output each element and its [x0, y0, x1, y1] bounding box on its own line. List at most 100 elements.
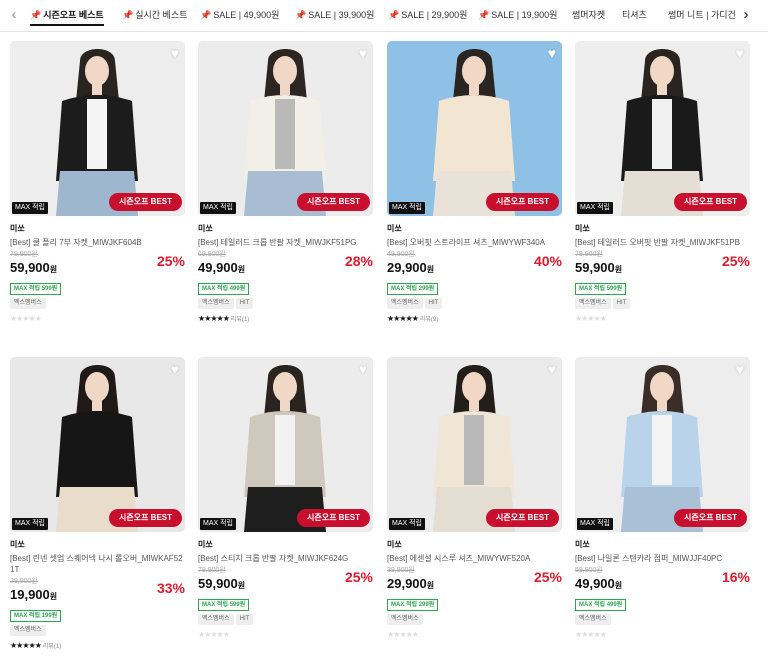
review-count[interactable]: 리뷰(1) — [231, 317, 249, 323]
review-count[interactable]: 리뷰(9) — [420, 317, 438, 323]
product-card[interactable]: ♥ MAX 적립 시즌오프 BEST 미쏘 [Best] 스티치 크롭 반팔 자… — [198, 357, 373, 640]
product-card[interactable]: ♥ MAX 적립 시즌오프 BEST 미쏘 [Best] 쿨 플리 7부 자켓_… — [10, 41, 185, 324]
tab-1[interactable]: 📌 시즌오프 베스트 — [30, 8, 104, 26]
rating-stars: ★★★★★ — [10, 313, 185, 324]
sale-price: 29,900 — [387, 260, 427, 275]
product-name[interactable]: [Best] 테일러드 오버핏 반팔 자켓_MIWJKF51PB — [575, 237, 750, 248]
product-card[interactable]: ♥ MAX 적립 시즌오프 BEST 미쏘 [Best] 나일론 스탠카라 점퍼… — [575, 357, 750, 640]
product-tag: HIT — [424, 298, 443, 309]
product-tag: 멕스멤버스 — [575, 614, 611, 625]
heart-icon[interactable]: ♥ — [359, 46, 367, 60]
product-name[interactable]: [Best] 에센셜 시스루 셔츠_MIWYWF520A — [387, 553, 562, 564]
currency-label: 원 — [426, 581, 435, 590]
heart-icon[interactable]: ♥ — [548, 362, 556, 376]
model-figure — [198, 41, 373, 216]
product-image[interactable]: ♥ MAX 적립 시즌오프 BEST — [387, 357, 562, 532]
tab-9[interactable]: 썸머 니트 | 가디건 — [668, 8, 736, 26]
product-image[interactable]: ♥ MAX 적립 시즌오프 BEST — [575, 41, 750, 216]
pin-icon: 📌 — [122, 10, 134, 20]
product-name[interactable]: [Best] 오버핏 스트라이프 셔츠_MIWYWF340A — [387, 237, 562, 248]
product-card[interactable]: ♥ MAX 적립 시즌오프 BEST 미쏘 [Best] 테일러드 오버핏 반팔… — [575, 41, 750, 324]
price-row: 59,900원 25% — [575, 253, 750, 277]
max-badge: MAX 적립 — [577, 202, 613, 214]
heart-icon[interactable]: ♥ — [171, 46, 179, 60]
product-name[interactable]: [Best] 스티치 크롭 반팔 자켓_MIWJKF624G — [198, 553, 373, 564]
product-image[interactable]: ♥ MAX 적립 시즌오프 BEST — [198, 357, 373, 532]
brand-name: 미쏘 — [10, 224, 25, 233]
sale-price: 49,900 — [575, 576, 615, 591]
brand-name: 미쏘 — [575, 224, 590, 233]
tab-5[interactable]: 📌 SALE | 29,900원 — [388, 8, 467, 26]
tab-label: SALE | 39,900원 — [308, 10, 375, 20]
star-icon: ★ — [411, 630, 419, 639]
star-icon: ★ — [411, 314, 419, 323]
model-figure — [387, 41, 562, 216]
tab-4[interactable]: 📌 SALE | 39,900원 — [295, 8, 374, 26]
rating-stars: ★★★★★ — [575, 629, 750, 640]
tab-label: 시즌오프 베스트 — [43, 10, 104, 20]
season-off-badge: 시즌오프 BEST — [109, 509, 182, 527]
product-name[interactable]: [Best] 나일론 스탠카라 점퍼_MIWJJF40PC — [575, 553, 750, 564]
max-badge: MAX 적립 — [200, 518, 236, 530]
currency-label: 원 — [614, 581, 623, 590]
currency-label: 원 — [237, 581, 246, 590]
product-tag: HIT — [235, 614, 254, 625]
product-tag: 멕스멤버스 — [10, 298, 46, 309]
product-card[interactable]: ♥ MAX 적립 시즌오프 BEST 미쏘 [Best] 테일러드 크롭 반팔 … — [198, 41, 373, 324]
review-count[interactable]: 리뷰(1) — [43, 644, 61, 650]
max-badge: MAX 적립 — [12, 202, 48, 214]
product-image[interactable]: ♥ MAX 적립 시즌오프 BEST — [387, 41, 562, 216]
rating-stars: ★★★★★ — [575, 313, 750, 324]
tag-list: 멕스멤버스 HIT — [198, 614, 373, 626]
product-card[interactable]: ♥ MAX 적립 시즌오프 BEST 미쏘 [Best] 린넨 셋업 스퀘어넥 … — [10, 357, 185, 651]
sale-price: 19,900 — [10, 587, 50, 602]
chevron-right-icon[interactable]: › — [738, 6, 754, 24]
price-row: 59,900원 25% — [198, 569, 373, 593]
pin-icon: 📌 — [295, 10, 307, 20]
model-figure — [387, 357, 562, 532]
currency-label: 원 — [237, 265, 246, 274]
product-image[interactable]: ♥ MAX 적립 시즌오프 BEST — [10, 357, 185, 532]
product-tag: 멕스멤버스 — [10, 625, 46, 636]
max-badge: MAX 적립 — [577, 518, 613, 530]
season-off-badge: 시즌오프 BEST — [674, 509, 747, 527]
heart-icon[interactable]: ♥ — [736, 46, 744, 60]
season-off-badge: 시즌오프 BEST — [109, 193, 182, 211]
product-name[interactable]: [Best] 쿨 플리 7부 자켓_MIWJKF604B — [10, 237, 185, 248]
model-figure — [575, 41, 750, 216]
tag-list: 멕스멤버스 HIT — [575, 298, 750, 310]
max-point: MAX 적립 299원 — [387, 599, 439, 611]
chevron-left-icon[interactable]: ‹ — [6, 6, 22, 24]
product-name[interactable]: [Best] 린넨 셋업 스퀘어넥 나시 롤오버_MIWKAF521T — [10, 553, 185, 575]
tab-8[interactable]: 티셔츠 — [622, 8, 647, 26]
tab-3[interactable]: 📌 SALE | 49,900원 — [200, 8, 279, 26]
star-icon: ★ — [34, 314, 42, 323]
tab-6[interactable]: 📌 SALE | 19,900원 — [478, 8, 557, 26]
heart-icon[interactable]: ♥ — [736, 362, 744, 376]
tab-2[interactable]: 📌 실시간 베스트 — [122, 8, 187, 26]
product-card[interactable]: ♥ MAX 적립 시즌오프 BEST 미쏘 [Best] 오버핏 스트라이프 셔… — [387, 41, 562, 324]
product-tag: 멕스멤버스 — [575, 298, 611, 309]
rating-stars: ★★★★★ — [387, 629, 562, 640]
star-icon: ★ — [34, 641, 42, 650]
heart-icon[interactable]: ♥ — [359, 362, 367, 376]
tag-list: 멕스멤버스 — [575, 614, 750, 626]
model-figure — [10, 41, 185, 216]
tab-label: SALE | 29,900원 — [401, 10, 468, 20]
discount-rate: 25% — [533, 569, 562, 585]
heart-icon[interactable]: ♥ — [171, 362, 179, 376]
sale-price: 59,900 — [198, 576, 238, 591]
star-icon: ★ — [222, 314, 230, 323]
discount-rate: 33% — [156, 580, 185, 596]
product-image[interactable]: ♥ MAX 적립 시즌오프 BEST — [198, 41, 373, 216]
pin-icon: 📌 — [30, 10, 42, 20]
tab-7[interactable]: 썸머자켓 — [572, 8, 605, 26]
product-image[interactable]: ♥ MAX 적립 시즌오프 BEST — [575, 357, 750, 532]
product-card[interactable]: ♥ MAX 적립 시즌오프 BEST 미쏘 [Best] 에센셜 시스루 셔츠_… — [387, 357, 562, 640]
heart-icon[interactable]: ♥ — [548, 46, 556, 60]
tab-label: 썸머자켓 — [572, 10, 606, 20]
brand-name: 미쏘 — [198, 224, 213, 233]
model-figure — [10, 357, 185, 532]
product-name[interactable]: [Best] 테일러드 크롭 반팔 자켓_MIWJKF51PG — [198, 237, 373, 248]
product-image[interactable]: ♥ MAX 적립 시즌오프 BEST — [10, 41, 185, 216]
